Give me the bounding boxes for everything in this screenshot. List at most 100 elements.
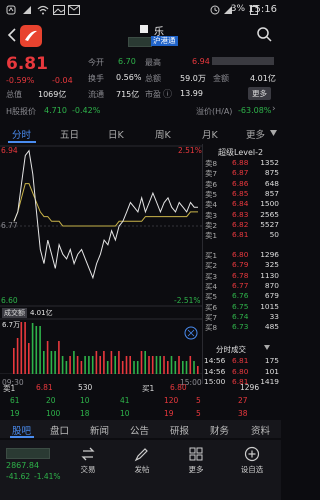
volume-type-button[interactable]: 成交额 bbox=[2, 308, 27, 318]
premium-label: 溢价(H/A) bbox=[196, 107, 233, 116]
queue-cell: 18 bbox=[80, 409, 90, 418]
index-change: -41.62 bbox=[6, 472, 31, 481]
volume-bar bbox=[99, 356, 101, 374]
ask-row[interactable]: 卖1 6.81 50 bbox=[202, 230, 281, 240]
trade-icon bbox=[81, 447, 95, 461]
search-icon[interactable] bbox=[256, 26, 272, 42]
redacted-field bbox=[212, 57, 274, 65]
tab-orderbook[interactable]: 盘口 bbox=[50, 423, 69, 437]
bid-volume: 1296 bbox=[260, 250, 279, 259]
last-price: 6.81 bbox=[6, 54, 48, 74]
add-circle-icon bbox=[244, 446, 260, 462]
more-grid-icon bbox=[189, 447, 203, 461]
volume-bar bbox=[76, 356, 79, 374]
bid-row[interactable]: 买5 6.76 679 bbox=[202, 291, 281, 301]
bid-volume: 870 bbox=[264, 280, 279, 290]
volume-bar bbox=[13, 348, 15, 374]
pe-info-icon[interactable]: ⓘ bbox=[163, 87, 172, 100]
more-quote-button[interactable]: 更多 bbox=[248, 87, 271, 100]
index-change-pct: -1.41% bbox=[34, 472, 61, 481]
tab-financials[interactable]: 财务 bbox=[210, 423, 229, 437]
volume-bar bbox=[144, 351, 146, 374]
bid-row[interactable]: 买8 6.73 485 bbox=[202, 322, 281, 332]
hk-connect-badge: 沪港通 bbox=[151, 36, 178, 46]
queue-cell: 61 bbox=[10, 396, 20, 405]
volume-bar bbox=[58, 341, 60, 374]
volume-bar bbox=[155, 356, 158, 374]
volume-label: 总额 bbox=[145, 74, 161, 83]
bid-price: 6.74 bbox=[232, 311, 249, 321]
bid-row[interactable]: 买7 6.74 33 bbox=[202, 312, 281, 322]
volume-bar bbox=[106, 361, 109, 374]
chart-tabs: 分时 五日 日K 周K 月K 更多 bbox=[0, 122, 281, 144]
trade-button[interactable]: 交易 bbox=[68, 446, 108, 475]
more-button[interactable]: 更多 bbox=[176, 446, 216, 475]
queue-cell: 6.81 bbox=[36, 383, 53, 392]
tab-intraday[interactable]: 分时 bbox=[12, 127, 31, 141]
intraday-chart[interactable]: 6.94 2.51% 6.77 6.60 -2.51% 成交额 4.01亿 6.… bbox=[0, 144, 202, 387]
back-arrow-icon[interactable] bbox=[6, 28, 18, 42]
queue-cell: 20 bbox=[46, 396, 56, 405]
tab-monthly-k[interactable]: 月K bbox=[202, 127, 218, 141]
post-icon bbox=[134, 448, 148, 462]
bid-row[interactable]: 买2 6.79 325 bbox=[202, 260, 281, 270]
queue-cell: 10 bbox=[80, 396, 90, 405]
bid-row[interactable]: 买3 6.78 1130 bbox=[202, 271, 281, 281]
post-button[interactable]: 发帖 bbox=[122, 446, 162, 475]
battery-percent: 3% bbox=[230, 4, 245, 14]
volume-bar bbox=[178, 356, 180, 374]
volume-bar bbox=[174, 361, 177, 374]
logo-swoosh-icon bbox=[25, 30, 37, 41]
expand-chart-icon[interactable] bbox=[184, 326, 198, 340]
bid-volume: 325 bbox=[264, 260, 279, 270]
volume-bar bbox=[148, 356, 150, 374]
trade-price: 6.81 bbox=[232, 356, 249, 365]
tab-five-day[interactable]: 五日 bbox=[60, 127, 79, 141]
bid-row[interactable]: 买1 6.80 1296 bbox=[202, 250, 281, 260]
ask-row[interactable]: 卖2 6.82 5527 bbox=[202, 220, 281, 230]
status-bar: 3% 15:16 bbox=[0, 0, 281, 20]
pct-axis-bottom: -2.51% bbox=[174, 296, 201, 305]
bid-price: 6.76 bbox=[232, 291, 249, 301]
bid-row[interactable]: 买4 6.77 870 bbox=[202, 281, 281, 291]
volume-bar bbox=[50, 351, 53, 374]
high-value: 6.94 bbox=[192, 57, 210, 66]
ask-price: 6.86 bbox=[232, 178, 249, 188]
volume-bar bbox=[167, 361, 169, 374]
bid-price: 6.73 bbox=[232, 322, 249, 332]
h-share-price: 4.710 bbox=[44, 106, 67, 115]
volume-bar bbox=[61, 356, 64, 374]
h-share-change: -0.42% bbox=[72, 106, 101, 115]
level2-title[interactable]: 超级Level-2 bbox=[218, 147, 263, 158]
tab-weekly-k[interactable]: 周K bbox=[155, 127, 171, 141]
tab-daily-k[interactable]: 日K bbox=[108, 127, 124, 141]
ask-price: 6.88 bbox=[232, 158, 249, 167]
bid-level: 买8 bbox=[205, 323, 218, 333]
ask-row[interactable]: 卖5 6.85 857 bbox=[202, 189, 281, 199]
tab-profile[interactable]: 资料 bbox=[251, 423, 270, 437]
tab-research[interactable]: 研报 bbox=[170, 423, 189, 437]
volume-bar bbox=[129, 356, 131, 374]
tab-announcements[interactable]: 公告 bbox=[130, 423, 149, 437]
change-amount: -0.04 bbox=[52, 76, 73, 85]
ask-volume: 2565 bbox=[260, 209, 279, 219]
volume-bar bbox=[80, 361, 83, 374]
tick-trades-title[interactable]: 分时成交 bbox=[216, 344, 246, 355]
trade-volume: 1419 bbox=[260, 377, 279, 386]
add-watchlist-button[interactable]: 设自选 bbox=[232, 446, 272, 475]
ask-row[interactable]: 卖3 6.83 2565 bbox=[202, 210, 281, 220]
bid-row[interactable]: 买6 6.75 1015 bbox=[202, 302, 281, 312]
ask-price: 6.82 bbox=[232, 219, 249, 229]
ask-row[interactable]: 卖6 6.86 648 bbox=[202, 179, 281, 189]
tab-news[interactable]: 新闻 bbox=[90, 423, 109, 437]
tab-forum[interactable]: 股吧 bbox=[12, 423, 31, 437]
volume-bar bbox=[28, 343, 30, 374]
chevron-right-icon[interactable]: › bbox=[272, 104, 276, 114]
tab-more[interactable]: 更多 bbox=[246, 127, 265, 141]
ask-row[interactable]: 卖8 6.88 1352 bbox=[202, 158, 281, 168]
ask-row[interactable]: 卖4 6.84 1500 bbox=[202, 199, 281, 209]
queue-cell: 5 bbox=[196, 409, 201, 418]
ask-row[interactable]: 卖7 6.87 875 bbox=[202, 168, 281, 178]
volume-bar bbox=[65, 361, 68, 374]
turnover-label: 换手 bbox=[88, 74, 104, 83]
